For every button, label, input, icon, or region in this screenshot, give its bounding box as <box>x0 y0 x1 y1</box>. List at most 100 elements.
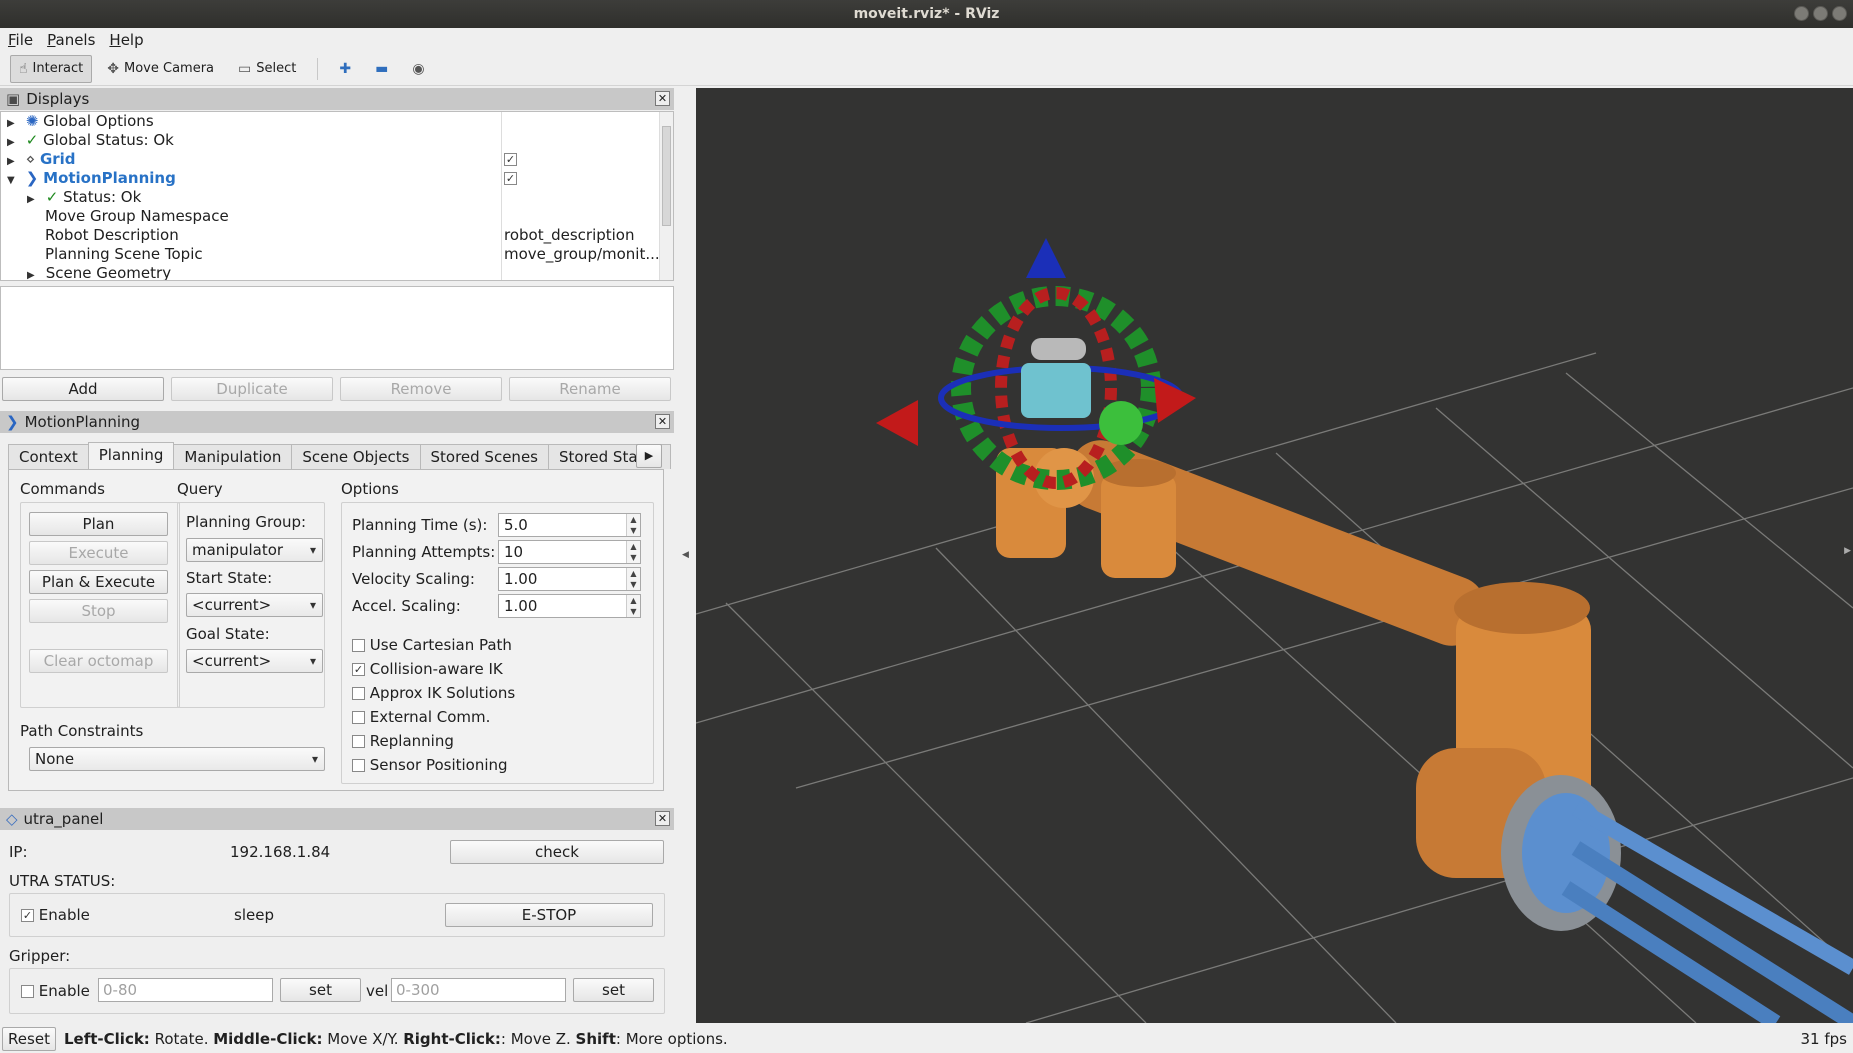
path-constraints-select[interactable]: None <box>29 747 325 771</box>
tree-row-motionplanning[interactable]: ▼ ❯ MotionPlanning ✓ <box>1 169 657 188</box>
tab-stored-scenes[interactable]: Stored Scenes <box>419 444 549 469</box>
tree-row-move-group-namespace[interactable]: Move Group Namespace <box>1 207 657 226</box>
tree-row-scene-geometry[interactable]: ▶ Scene Geometry <box>1 264 657 281</box>
checkbox[interactable] <box>352 687 365 700</box>
minimize-button[interactable] <box>1794 6 1809 21</box>
planning-tab-panel: Commands Plan Execute Plan & Execute Sto… <box>8 469 664 791</box>
checkbox[interactable] <box>352 735 365 748</box>
menu-help[interactable]: Help <box>109 31 143 49</box>
scene-render <box>696 238 1853 1023</box>
tree-row-global-options[interactable]: ▶ ✺ Global Options <box>1 112 657 131</box>
tree-row-status[interactable]: ▶ ✓ Status: Ok <box>1 188 657 207</box>
maximize-button[interactable] <box>1813 6 1828 21</box>
interact-tool-button[interactable]: ☝ Interact <box>10 54 93 83</box>
tab-manipulation[interactable]: Manipulation <box>173 444 293 469</box>
clear-octomap-button[interactable]: Clear octomap <box>29 649 168 673</box>
velocity-scaling-spinbox[interactable]: 1.00 ▲ ▼ <box>498 567 641 591</box>
replanning-option[interactable]: Replanning <box>352 732 454 750</box>
hint-left-click: Left-Click: <box>64 1030 150 1048</box>
expand-arrow-icon[interactable]: ▶ <box>27 266 41 280</box>
tab-planning[interactable]: Planning <box>87 442 175 469</box>
displays-dock-title: ▣ Displays ✕ <box>0 88 674 110</box>
remove-tool-button[interactable]: ▬ <box>366 55 397 83</box>
arrow-right-icon: ▶ <box>644 449 654 462</box>
checkbox[interactable]: ✓ <box>352 663 365 676</box>
close-icon[interactable]: ✕ <box>655 91 670 106</box>
tree-label: Scene Geometry <box>45 264 172 281</box>
tab-scene-objects[interactable]: Scene Objects <box>291 444 421 469</box>
menu-panels[interactable]: Panels <box>47 31 95 49</box>
plan-execute-button[interactable]: Plan & Execute <box>29 570 168 594</box>
menu-file[interactable]: File <box>8 31 33 49</box>
spin-arrows-icon[interactable]: ▲ ▼ <box>626 595 640 617</box>
goal-state-select[interactable]: <current> <box>186 649 323 673</box>
gripper-enable-option[interactable]: Enable <box>21 982 90 1000</box>
execute-button[interactable]: Execute <box>29 541 168 565</box>
tree-label: Planning Scene Topic <box>45 245 203 263</box>
add-button[interactable]: Add <box>2 377 164 401</box>
grid-enabled-checkbox[interactable]: ✓ <box>504 153 517 166</box>
hint-more: : More options. <box>615 1030 728 1048</box>
visibility-tool-button[interactable]: ◉ <box>403 55 433 83</box>
tree-value[interactable]: move_group/monit... <box>504 245 660 264</box>
planning-time-spinbox[interactable]: 5.0 ▲ ▼ <box>498 513 641 537</box>
checkbox[interactable] <box>352 759 365 772</box>
tree-row-planning-scene-topic[interactable]: Planning Scene Topic move_group/monit... <box>1 245 660 264</box>
collapse-left-icon[interactable]: ◀ <box>682 550 689 560</box>
stop-button[interactable]: Stop <box>29 599 168 623</box>
gripper-set-button[interactable]: set <box>280 978 361 1002</box>
use-cartesian-path-option[interactable]: Use Cartesian Path <box>352 636 512 654</box>
checkbox[interactable] <box>352 711 365 724</box>
checkbox[interactable] <box>21 985 34 998</box>
planning-attempts-spinbox[interactable]: 10 ▲ ▼ <box>498 540 641 564</box>
gripper-position-input[interactable]: 0-80 <box>98 978 273 1002</box>
scrollbar-thumb[interactable] <box>662 126 671 226</box>
tree-value[interactable]: robot_description <box>504 226 635 245</box>
window-title: moveit.rviz* - RViz <box>853 6 1000 22</box>
checkbox[interactable] <box>352 639 365 652</box>
tab-scroll-right-button[interactable]: ▶ <box>636 444 662 468</box>
spin-arrows-icon[interactable]: ▲ ▼ <box>626 514 640 536</box>
check-button[interactable]: check <box>450 840 664 864</box>
tree-row-grid[interactable]: ▶ ⋄ Grid ✓ <box>1 150 657 169</box>
add-tool-button[interactable]: ✚ <box>330 55 360 83</box>
rename-button[interactable]: Rename <box>509 377 671 401</box>
close-button[interactable] <box>1832 6 1847 21</box>
start-state-select[interactable]: <current> <box>186 593 323 617</box>
displays-tree[interactable]: ▶ ✺ Global Options ▶ ✓ Global Status: Ok… <box>0 111 674 281</box>
move-camera-tool-button[interactable]: ✥ Move Camera <box>98 55 223 83</box>
collision-aware-ik-option[interactable]: ✓ Collision-aware IK <box>352 660 503 678</box>
enable-label: Enable <box>38 906 90 924</box>
external-comm-option[interactable]: External Comm. <box>352 708 490 726</box>
tree-row-robot-description[interactable]: Robot Description robot_description <box>1 226 657 245</box>
close-icon[interactable]: ✕ <box>655 811 670 826</box>
utra-state: sleep <box>234 906 274 924</box>
velocity-set-button[interactable]: set <box>573 978 654 1002</box>
tab-context[interactable]: Context <box>8 444 89 469</box>
ip-label: IP: <box>9 843 28 861</box>
reset-button[interactable]: Reset <box>2 1027 56 1051</box>
close-icon[interactable]: ✕ <box>655 414 670 429</box>
accel-scaling-spinbox[interactable]: 1.00 ▲ ▼ <box>498 594 641 618</box>
tree-row-global-status[interactable]: ▶ ✓ Global Status: Ok <box>1 131 657 150</box>
3d-render-viewport[interactable]: ▶ <box>696 88 1853 1023</box>
checkbox[interactable]: ✓ <box>21 909 34 922</box>
plan-button[interactable]: Plan <box>29 512 168 536</box>
approx-ik-option[interactable]: Approx IK Solutions <box>352 684 515 702</box>
expand-right-icon[interactable]: ▶ <box>1844 546 1851 556</box>
gripper-velocity-input[interactable]: 0-300 <box>391 978 566 1002</box>
spin-arrows-icon[interactable]: ▲ ▼ <box>626 568 640 590</box>
remove-button[interactable]: Remove <box>340 377 502 401</box>
sensor-positioning-option[interactable]: Sensor Positioning <box>352 756 508 774</box>
estop-button[interactable]: E-STOP <box>445 903 653 927</box>
utra-panel-dock-title: ◇ utra_panel ✕ <box>0 808 674 830</box>
enable-option[interactable]: ✓ Enable <box>21 906 90 924</box>
hint-right-click: Right-Click: <box>403 1030 501 1048</box>
panel-splitter[interactable]: ◀ <box>678 88 694 1023</box>
planning-group-select[interactable]: manipulator <box>186 538 323 562</box>
tree-scrollbar[interactable] <box>659 112 673 280</box>
select-tool-button[interactable]: ▭ Select <box>229 55 305 83</box>
spin-arrows-icon[interactable]: ▲ ▼ <box>626 541 640 563</box>
duplicate-button[interactable]: Duplicate <box>171 377 333 401</box>
motionplanning-enabled-checkbox[interactable]: ✓ <box>504 172 517 185</box>
